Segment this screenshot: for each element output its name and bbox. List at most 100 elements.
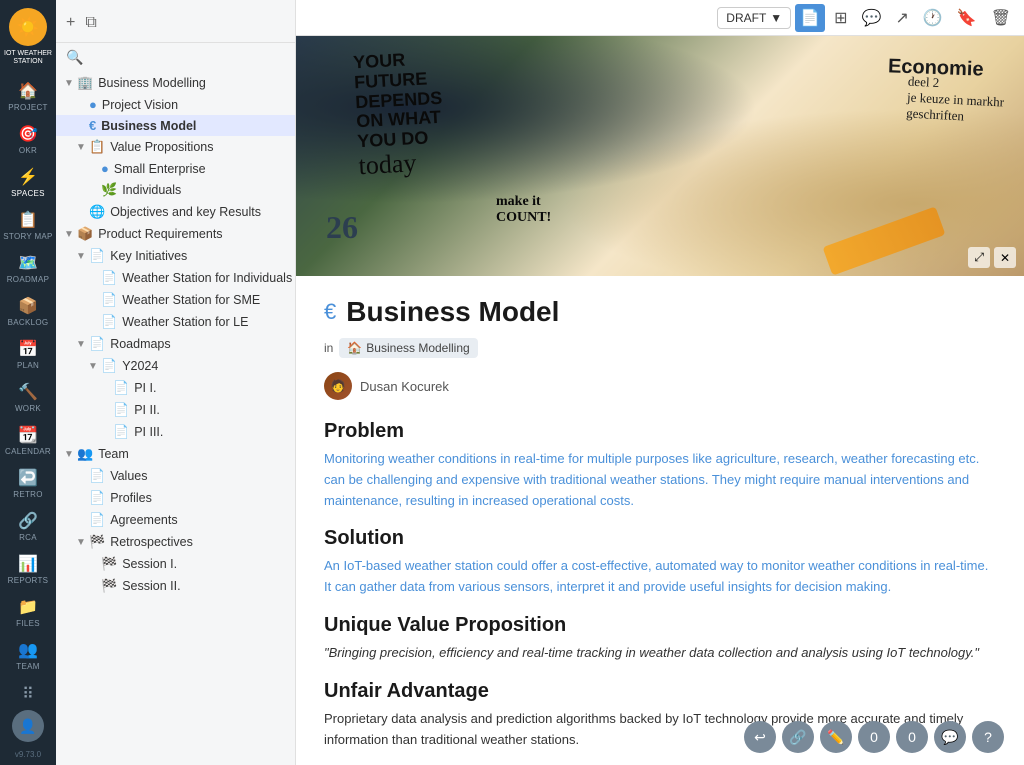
bottom-edit-button[interactable]: ✏️ xyxy=(820,721,852,753)
tree-item-agreements[interactable]: 📄Agreements xyxy=(56,509,295,531)
tree-item-weather-station-individuals[interactable]: 📄Weather Station for Individuals xyxy=(56,267,295,289)
sidebar-item-reports[interactable]: 📊 REPORTS xyxy=(0,548,56,591)
tree-expand-team-header: ▼ xyxy=(64,449,74,460)
tree-item-small-enterprise[interactable]: ●Small Enterprise xyxy=(56,158,295,179)
search-button[interactable]: 🔍 xyxy=(64,47,85,68)
sidebar-item-plan[interactable]: 📅 PLAN xyxy=(0,333,56,376)
tree-label-y2024: Y2024 xyxy=(122,359,158,373)
tree-label-project-vision: Project Vision xyxy=(102,98,178,112)
tree-expand-product-requirements: ▼ xyxy=(64,229,74,240)
sidebar-item-calendar[interactable]: 📆 CALENDAR xyxy=(0,419,56,462)
bottom-count2-button[interactable]: 0 xyxy=(896,721,928,753)
sidebar-item-retro[interactable]: ↩️ RETRO xyxy=(0,462,56,505)
sidebar-item-work[interactable]: 🔨 WORK xyxy=(0,376,56,419)
tree-item-session-ii[interactable]: 🏁Session II. xyxy=(56,575,295,597)
hero-handwriting-right: deel 2je keuze in markhrgeschriften xyxy=(906,73,1005,126)
tree-item-roadmaps[interactable]: ▼📄Roadmaps xyxy=(56,333,295,355)
comment-button[interactable]: 💬 xyxy=(857,4,887,32)
article-title-icon: € xyxy=(324,299,336,325)
breadcrumb-tag[interactable]: 🏠 Business Modelling xyxy=(339,338,477,358)
tree-item-pi-i[interactable]: 📄 PI I. xyxy=(56,377,295,399)
sidebar-item-project[interactable]: 🏠 PROJECT xyxy=(0,75,56,118)
sidebar-icons: ☀️ IOT WEATHER STATION 🏠 PROJECT 🎯 OKR ⚡… xyxy=(0,0,56,765)
author-name: Dusan Kocurek xyxy=(360,379,449,394)
tree-item-team-header[interactable]: ▼👥Team xyxy=(56,443,295,465)
sidebar-item-files[interactable]: 📁 FILES xyxy=(0,591,56,634)
files-icon: 📁 xyxy=(18,597,38,617)
tree-item-individuals[interactable]: 🌿Individuals xyxy=(56,179,295,201)
sidebar-item-story-map[interactable]: 📋 STORY MAP xyxy=(0,204,56,247)
tree-expand-key-initiatives: ▼ xyxy=(76,251,86,262)
sidebar-item-okr[interactable]: 🎯 OKR xyxy=(0,118,56,161)
sidebar-item-spaces[interactable]: ⚡ SPACES xyxy=(0,161,56,204)
sidebar-item-roadmap[interactable]: 🗺️ ROADMAP xyxy=(0,247,56,290)
bottom-count1-button[interactable]: 0 xyxy=(858,721,890,753)
tree-item-session-i[interactable]: 🏁Session I. xyxy=(56,553,295,575)
tree-toolbar: + ⧉ xyxy=(56,8,295,43)
tree-item-key-initiatives[interactable]: ▼📄Key Initiatives xyxy=(56,245,295,267)
draft-label: DRAFT xyxy=(726,11,766,25)
tree-icon-pi-i: 📄 xyxy=(113,380,129,396)
hero-close-button[interactable]: ✕ xyxy=(994,247,1016,268)
tree-item-profiles[interactable]: 📄Profiles xyxy=(56,487,295,509)
hero-handwriting-sub: make itCOUNT! xyxy=(496,194,551,226)
bottom-chat-button[interactable]: 💬 xyxy=(934,721,966,753)
apps-icon: ⠿ xyxy=(22,684,34,704)
tree-item-values[interactable]: 📄Values xyxy=(56,465,295,487)
tree-item-pi-ii[interactable]: 📄PI II. xyxy=(56,399,295,421)
tree-item-value-propositions[interactable]: ▼📋Value Propositions xyxy=(56,136,295,158)
copy-button[interactable]: ⧉ xyxy=(83,12,98,34)
hero-handwriting-main: YOURFUTUREDEPENDSON WHATYOU DOtoday xyxy=(353,49,447,181)
tree-label-pi-iii: PI III. xyxy=(134,425,163,439)
sidebar-item-backlog[interactable]: 📦 BACKLOG xyxy=(0,290,56,333)
tree-item-objectives-key-results[interactable]: 🌐 Objectives and key Results xyxy=(56,201,295,223)
tree-item-project-vision[interactable]: ●Project Vision xyxy=(56,94,295,115)
bookmark-button[interactable]: 🔖 xyxy=(952,4,982,32)
tree-icon-product-requirements: 📦 xyxy=(77,226,93,242)
sidebar-item-apps[interactable]: ⠿ xyxy=(0,678,56,710)
tree-item-weather-station-le[interactable]: 📄Weather Station for LE xyxy=(56,311,295,333)
sidebar-item-team[interactable]: 👥 TEAM xyxy=(0,634,56,677)
view-grid-button[interactable]: ⊞ xyxy=(829,4,852,32)
sidebar-item-label-work: WORK xyxy=(15,404,41,413)
breadcrumb-label: Business Modelling xyxy=(366,341,469,355)
tree-label-small-enterprise: Small Enterprise xyxy=(114,162,206,176)
tree-label-pi-i: PI I. xyxy=(134,381,156,395)
add-button[interactable]: + xyxy=(64,12,77,34)
bottom-undo-button[interactable]: ↩ xyxy=(744,721,776,753)
hero-controls: ⤢ ✕ xyxy=(968,247,1016,268)
tree-label-objectives-key-results: Objectives and key Results xyxy=(110,205,261,219)
section-heading-0: Problem xyxy=(324,420,996,443)
tree-icon-value-propositions: 📋 xyxy=(89,139,105,155)
bottom-help-button[interactable]: ? xyxy=(972,721,1004,753)
section-heading-1: Solution xyxy=(324,527,996,550)
tree-item-retrospectives[interactable]: ▼🏁Retrospectives xyxy=(56,531,295,553)
tree-expand-value-propositions: ▼ xyxy=(76,142,86,153)
tree-icon-team-header: 👥 xyxy=(77,446,93,462)
user-avatar[interactable]: 👤 xyxy=(12,710,44,742)
tree-item-pi-iii[interactable]: 📄PI III. xyxy=(56,421,295,443)
breadcrumb-row: in 🏠 Business Modelling xyxy=(324,338,996,358)
tree-item-weather-station-sme[interactable]: 📄Weather Station for SME xyxy=(56,289,295,311)
tree-item-business-modelling-header[interactable]: ▼🏢Business Modelling xyxy=(56,72,295,94)
sidebar-item-label-project: PROJECT xyxy=(8,103,47,112)
trash-button[interactable]: 🗑 xyxy=(986,4,1016,32)
app-version: v9.73.0 xyxy=(15,750,41,759)
bottom-link-button[interactable]: 🔗 xyxy=(782,721,814,753)
breadcrumb-icon: 🏠 xyxy=(347,341,362,355)
tree-item-y2024[interactable]: ▼📄Y2024 xyxy=(56,355,295,377)
clock-button[interactable]: 🕐 xyxy=(918,4,948,32)
tree-item-product-requirements[interactable]: ▼📦Product Requirements xyxy=(56,223,295,245)
app-name: IOT WEATHER STATION xyxy=(0,50,56,67)
hero-expand-button[interactable]: ⤢ xyxy=(968,247,990,268)
okr-icon: 🎯 xyxy=(18,124,38,144)
sidebar-item-rca[interactable]: 🔗 RCA xyxy=(0,505,56,548)
tree-icon-objectives-key-results: 🌐 xyxy=(89,204,105,220)
bottom-toolbar: ↩ 🔗 ✏️ 0 0 💬 ? xyxy=(744,721,1004,753)
view-doc-button[interactable]: 📄 xyxy=(795,4,825,32)
share-button[interactable]: ↗ xyxy=(890,4,913,32)
work-icon: 🔨 xyxy=(18,382,38,402)
tree-icon-individuals: 🌿 xyxy=(101,182,117,198)
draft-button[interactable]: DRAFT ▼ xyxy=(717,7,791,29)
tree-item-business-model[interactable]: €Business Model xyxy=(56,115,295,136)
